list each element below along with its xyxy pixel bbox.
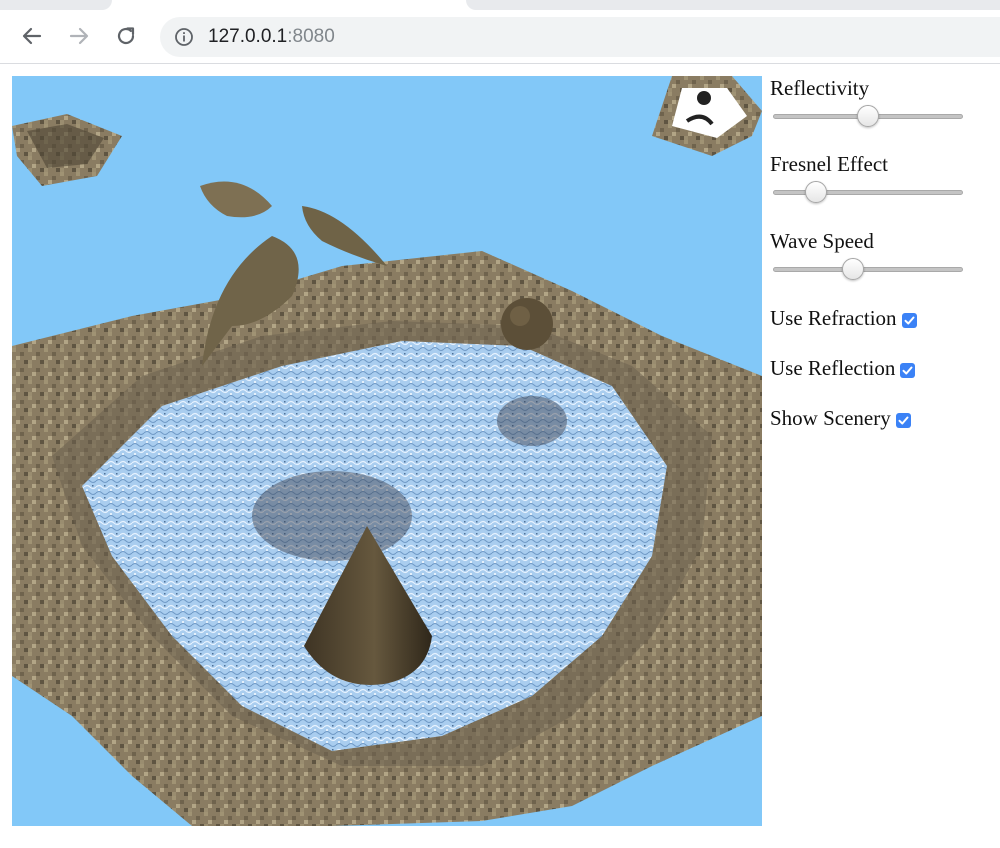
forward-button[interactable] <box>65 22 93 50</box>
slider-track[interactable] <box>773 190 963 195</box>
wave-speed-slider[interactable] <box>773 257 963 281</box>
use-reflection-label: Use Reflection <box>770 355 896 380</box>
checkmark-icon <box>898 416 909 424</box>
url-text: 127.0.0.1:8080 <box>208 26 335 48</box>
slider-track[interactable] <box>773 267 963 272</box>
tab-strip <box>0 0 1000 10</box>
slider-thumb[interactable] <box>805 181 827 203</box>
show-scenery-checkbox[interactable] <box>895 412 911 428</box>
use-refraction-checkbox[interactable] <box>901 312 917 328</box>
slider-thumb[interactable] <box>842 258 864 280</box>
arrow-left-icon <box>22 27 42 45</box>
checkmark-icon <box>902 366 913 374</box>
url-port: :8080 <box>287 26 335 47</box>
reflectivity-slider[interactable] <box>773 104 963 128</box>
back-button[interactable] <box>18 22 46 50</box>
use-reflection-row[interactable]: Use Reflection <box>770 355 916 381</box>
toolbar-divider <box>0 63 1000 64</box>
show-scenery-label: Show Scenery <box>770 405 891 430</box>
use-refraction-row[interactable]: Use Refraction <box>770 305 917 331</box>
arrow-right-icon <box>69 27 89 45</box>
reload-button[interactable] <box>112 22 140 50</box>
slider-thumb[interactable] <box>857 105 879 127</box>
webgl-canvas[interactable] <box>12 76 762 826</box>
floating-rock-detail <box>697 91 711 105</box>
use-refraction-label: Use Refraction <box>770 305 897 330</box>
address-bar[interactable]: 127.0.0.1:8080 <box>160 17 1000 57</box>
wave-speed-label: Wave Speed <box>770 229 874 253</box>
browser-tab[interactable] <box>0 0 112 10</box>
rock-leaf <box>200 181 272 218</box>
water-reflection <box>252 471 412 561</box>
checkmark-icon <box>904 316 915 324</box>
show-scenery-row[interactable]: Show Scenery <box>770 405 911 431</box>
water-scene <box>12 76 762 826</box>
rock-sphere <box>501 298 553 350</box>
browser-tab[interactable] <box>466 0 1000 10</box>
water-reflection <box>497 396 567 446</box>
fresnel-effect-label: Fresnel Effect <box>770 152 888 176</box>
rock-sphere-highlight <box>510 306 530 326</box>
url-host: 127.0.0.1 <box>208 26 288 47</box>
info-icon[interactable] <box>174 27 194 47</box>
reflectivity-label: Reflectivity <box>770 76 870 100</box>
rock-leaf <box>302 206 387 266</box>
reload-icon <box>117 27 135 45</box>
browser-toolbar: 127.0.0.1:8080 <box>0 0 1000 64</box>
fresnel-effect-slider[interactable] <box>773 180 963 204</box>
use-reflection-checkbox[interactable] <box>900 362 916 378</box>
